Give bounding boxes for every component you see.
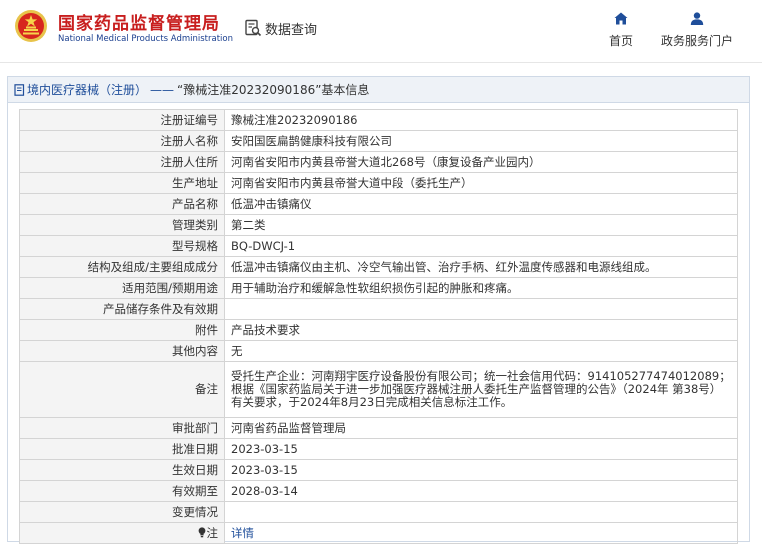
info-table: 注册证编号 豫械注准20232090186 注册人名称 安阳国医扁鹊健康科技有限公司… — [19, 109, 738, 544]
field-label: 注册人住所 — [19, 151, 225, 173]
field-value: BQ-DWCJ-1 — [224, 235, 738, 257]
table-row: 批准日期 2023-03-15 — [19, 438, 738, 460]
nav-service-portal-label: 政务服务门户 — [660, 34, 733, 48]
field-value: 用于辅助治疗和缓解急性软组织损伤引起的肿胀和疼痛。 — [224, 277, 738, 299]
org-name-en: National Medical Products Administration — [58, 34, 233, 44]
lightbulb-icon — [198, 526, 205, 537]
field-label: 备注 — [19, 361, 225, 418]
field-label: 结构及组成/主要组成成分 — [19, 256, 225, 278]
breadcrumb-separator: —— — [150, 82, 175, 97]
table-row: 结构及组成/主要组成成分 低温冲击镇痛仪由主机、冷空气输出管、治疗手柄、红外温度传… — [19, 256, 738, 278]
table-row: 生产地址 河南省安阳市内黄县帝誉大道中段（委托生产） — [19, 172, 738, 194]
field-value: 豫械注准20232090186 — [224, 109, 738, 131]
table-row: 注 详情 — [19, 522, 738, 544]
breadcrumb-category-link[interactable]: 境内医疗器械（注册） — [27, 81, 147, 98]
field-value: 受托生产企业：河南翔宇医疗设备股份有限公司；统一社会信用代码：914105277… — [224, 361, 738, 418]
breadcrumb: 境内医疗器械（注册） —— “豫械注准20232090186”基本信息 — [8, 77, 749, 103]
details-link[interactable]: 详情 — [231, 526, 254, 540]
user-icon — [690, 12, 704, 25]
field-label: 注册证编号 — [19, 109, 225, 131]
field-label: 附件 — [19, 319, 225, 341]
field-value: 2028-03-14 — [224, 480, 738, 502]
nav-home[interactable]: 首页 — [602, 12, 640, 49]
table-row: 产品名称 低温冲击镇痛仪 — [19, 193, 738, 215]
field-label: 审批部门 — [19, 417, 225, 439]
field-value: 无 — [224, 340, 738, 362]
org-name-cn: 国家药品监督管理局 — [58, 14, 220, 34]
data-query-label: 数据查询 — [265, 22, 318, 38]
header-divider — [0, 62, 762, 63]
field-label: 管理类别 — [19, 214, 225, 236]
nav-home-label: 首页 — [608, 34, 633, 48]
field-value: 河南省安阳市内黄县帝誉大道中段（委托生产） — [224, 172, 738, 194]
field-label: 产品储存条件及有效期 — [19, 298, 225, 320]
table-row: 生效日期 2023-03-15 — [19, 459, 738, 481]
field-value: 2023-03-15 — [224, 438, 738, 460]
note-label-cell: 注 — [19, 522, 225, 544]
detail-panel: 境内医疗器械（注册） —— “豫械注准20232090186”基本信息 注册证编… — [7, 76, 750, 544]
table-row: 注册证编号 豫械注准20232090186 — [19, 109, 738, 131]
field-label: 生效日期 — [19, 459, 225, 481]
field-value: 安阳国医扁鹊健康科技有限公司 — [224, 130, 738, 152]
national-emblem-icon — [15, 10, 47, 42]
document-search-icon — [245, 19, 262, 37]
field-value: 2023-03-15 — [224, 459, 738, 481]
field-value: 低温冲击镇痛仪由主机、冷空气输出管、治疗手柄、红外温度传感器和电源线组成。 — [224, 256, 738, 278]
table-row: 变更情况 — [19, 501, 738, 523]
field-value — [224, 501, 738, 523]
field-label: 生产地址 — [19, 172, 225, 194]
field-label: 有效期至 — [19, 480, 225, 502]
breadcrumb-title: “豫械注准20232090186”基本信息 — [177, 83, 370, 97]
field-value: 河南省药品监督管理局 — [224, 417, 738, 439]
field-label: 其他内容 — [19, 340, 225, 362]
table-row: 管理类别 第二类 — [19, 214, 738, 236]
field-label: 产品名称 — [19, 193, 225, 215]
field-label: 变更情况 — [19, 501, 225, 523]
field-value: 河南省安阳市内黄县帝誉大道北268号（康复设备产业园内） — [224, 151, 738, 173]
table-row: 备注 受托生产企业：河南翔宇医疗设备股份有限公司；统一社会信用代码：9141052… — [19, 361, 738, 418]
table-row: 审批部门 河南省药品监督管理局 — [19, 417, 738, 439]
table-row: 注册人名称 安阳国医扁鹊健康科技有限公司 — [19, 130, 738, 152]
field-label: 型号规格 — [19, 235, 225, 257]
nav-service-portal[interactable]: 政务服务门户 — [655, 12, 739, 49]
field-value — [224, 298, 738, 320]
table-row: 附件 产品技术要求 — [19, 319, 738, 341]
document-icon — [14, 83, 25, 96]
table-row: 适用范围/预期用途 用于辅助治疗和缓解急性软组织损伤引起的肿胀和疼痛。 — [19, 277, 738, 299]
table-row: 其他内容无 — [19, 340, 738, 362]
table-row: 有效期至 2028-03-14 — [19, 480, 738, 502]
table-row: 产品储存条件及有效期 — [19, 298, 738, 320]
note-label: 注 — [206, 525, 219, 540]
home-icon — [614, 12, 628, 25]
table-row: 注册人住所 河南省安阳市内黄县帝誉大道北268号（康复设备产业园内） — [19, 151, 738, 173]
field-value: 产品技术要求 — [224, 319, 738, 341]
field-value: 低温冲击镇痛仪 — [224, 193, 738, 215]
note-value: 详情 — [224, 522, 738, 544]
site-header: 国家药品监督管理局 National Medical Products Admi… — [0, 0, 762, 62]
field-label: 注册人名称 — [19, 130, 225, 152]
field-label: 批准日期 — [19, 438, 225, 460]
data-query-link[interactable]: 数据查询 — [244, 18, 317, 38]
table-row: 型号规格 BQ-DWCJ-1 — [19, 235, 738, 257]
field-label: 适用范围/预期用途 — [19, 277, 225, 299]
field-value: 第二类 — [224, 214, 738, 236]
